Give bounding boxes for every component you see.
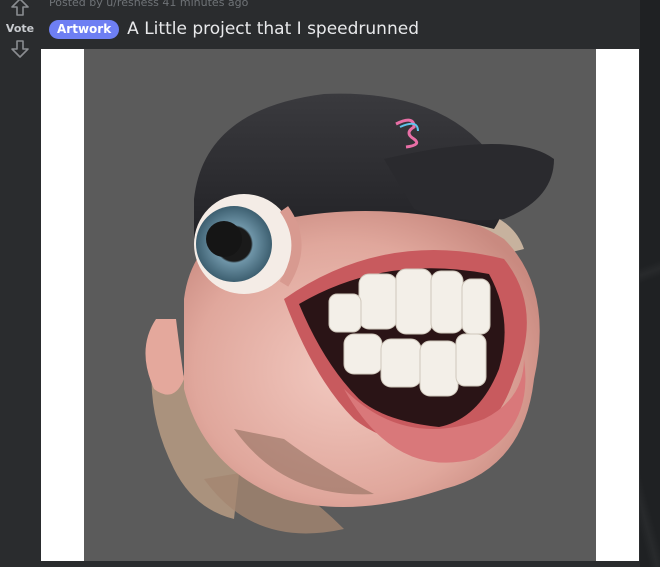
vote-column: Vote (0, 0, 40, 80)
downvote-icon[interactable] (9, 38, 31, 60)
flair-badge[interactable]: Artwork (49, 19, 120, 39)
posted-by-line[interactable]: Posted by u/resness 41 minutes ago (49, 0, 248, 9)
vote-label: Vote (5, 22, 35, 35)
post-title[interactable]: A Little project that I speedrunned (127, 19, 419, 39)
artwork-image[interactable] (84, 49, 596, 561)
character-render (145, 93, 554, 534)
post-media[interactable] (41, 49, 639, 561)
title-row: Artwork A Little project that I speedrun… (49, 18, 419, 40)
upvote-icon[interactable] (9, 0, 31, 18)
reddit-post: Vote Posted by u/resness 41 minutes ago … (0, 0, 640, 567)
